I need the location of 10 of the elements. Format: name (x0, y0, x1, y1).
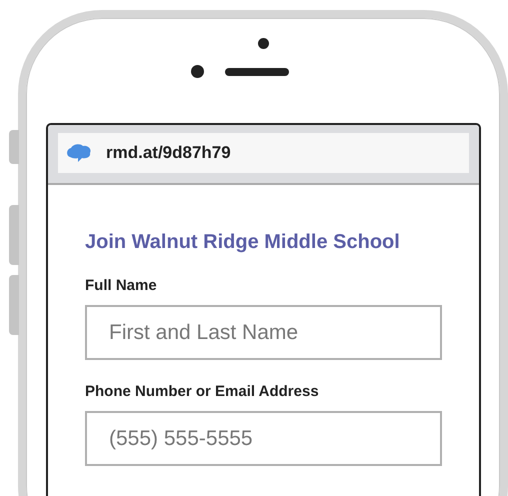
field-label: Full Name (85, 277, 158, 294)
input-field[interactable]: First and Last Name (85, 305, 442, 360)
speech-bubble-icon (66, 143, 92, 163)
speaker-slot-icon (225, 68, 289, 76)
address-field[interactable]: rmd.at/9d87h79 (58, 133, 469, 173)
field-label: Phone Number or Email Address (85, 383, 320, 400)
form-title: Join Walnut Ridge Middle School (85, 231, 401, 254)
input-field[interactable]: (555) 555-5555 (85, 411, 442, 466)
camera-dot-icon (258, 38, 269, 49)
sensor-dot-icon (191, 65, 204, 78)
